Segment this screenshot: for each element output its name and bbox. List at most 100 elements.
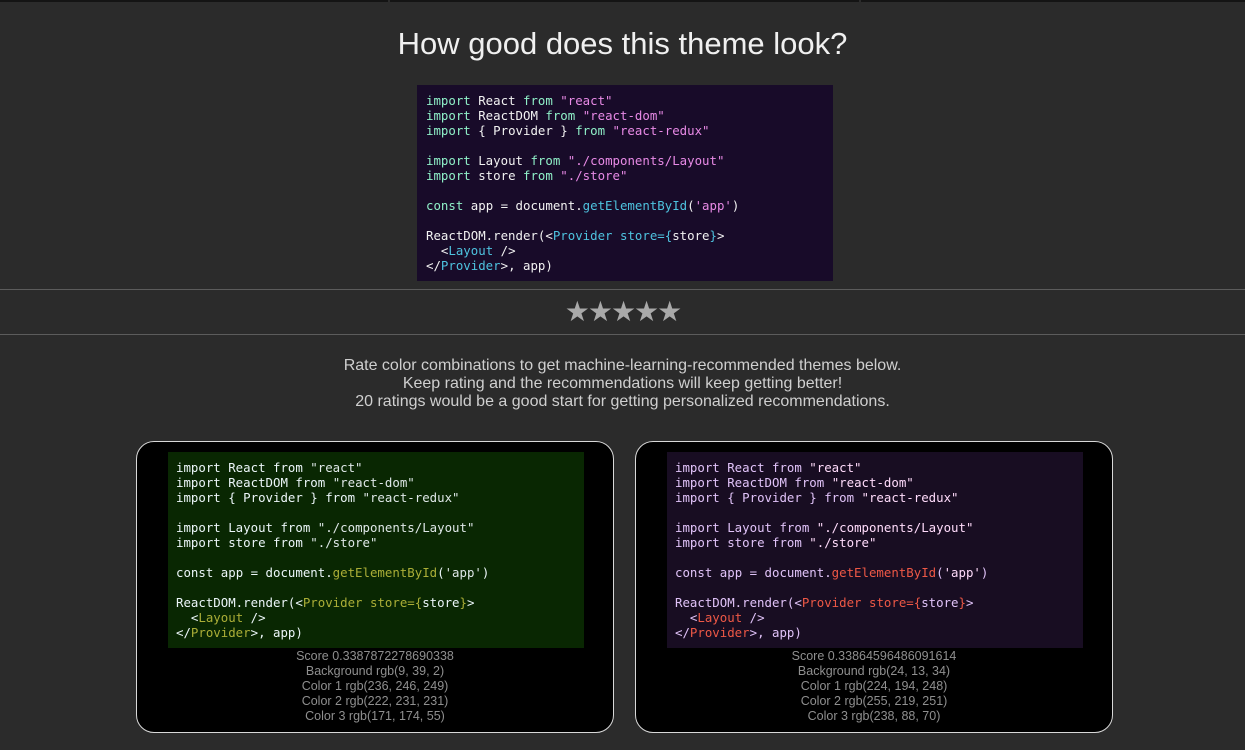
- code-token: store={: [619, 228, 673, 243]
- star-4-icon[interactable]: ★: [634, 296, 659, 327]
- code-token: <: [176, 610, 199, 625]
- code-line: import store from "./store": [176, 535, 576, 550]
- code-token: "react": [560, 93, 613, 108]
- code-token: ReactDOM: [470, 108, 546, 123]
- code-token: </: [426, 258, 441, 273]
- code-token: from: [779, 520, 810, 535]
- code-token: "react-redux": [612, 123, 710, 138]
- code-token: store: [921, 595, 959, 610]
- code-line: </Provider>, app): [426, 258, 824, 273]
- code-token: Layout: [719, 520, 780, 535]
- code-token: "./components/Layout": [567, 153, 725, 168]
- code-token: Provider: [440, 258, 501, 273]
- code-token: ReactDOM.render(<: [176, 595, 303, 610]
- code-token: store: [422, 595, 460, 610]
- top-divider: [0, 0, 1245, 3]
- code-token: import: [426, 153, 471, 168]
- code-line: import { Provider } from "react-redux": [176, 490, 576, 505]
- code-token: const: [176, 565, 214, 580]
- code-line: import Layout from "./components/Layout": [426, 153, 824, 168]
- code-line: import ReactDOM from "react-dom": [426, 108, 824, 123]
- code-token: <: [426, 243, 449, 258]
- code-token: from: [280, 520, 311, 535]
- code-token: store: [719, 535, 772, 550]
- code-token: import: [426, 93, 471, 108]
- code-token: React: [719, 460, 772, 475]
- star-2-icon[interactable]: ★: [588, 296, 613, 327]
- code-token: "react": [809, 460, 862, 475]
- code-token: "./components/Layout": [317, 520, 475, 535]
- code-token: from: [771, 460, 802, 475]
- code-line: </Provider>, app): [675, 625, 1075, 640]
- code-token: (: [687, 198, 695, 213]
- code-token: "./components/Layout": [816, 520, 974, 535]
- background-text: Background rgb(9, 39, 2): [305, 664, 445, 678]
- code-token: from: [794, 475, 825, 490]
- instructions-line-1: Rate color combinations to get machine-l…: [343, 357, 902, 374]
- score-text: Score 0.3387872278690338: [296, 649, 454, 663]
- code-token: Provider: [190, 625, 251, 640]
- code-line: import { Provider } from "react-redux": [675, 490, 1075, 505]
- page-title: How good does this theme look?: [397, 26, 848, 61]
- code-token: Provider: [689, 625, 750, 640]
- star-rating[interactable]: ★★★★★: [0, 296, 1245, 328]
- star-3-icon[interactable]: ★: [611, 296, 636, 327]
- code-line: import Layout from "./components/Layout": [675, 520, 1075, 535]
- recommendation-card-1[interactable]: import React from "react" import ReactDOM…: [136, 441, 614, 733]
- code-token: />: [493, 243, 516, 258]
- code-token: "react-dom": [332, 475, 415, 490]
- code-token: const: [426, 198, 464, 213]
- code-token: import: [426, 123, 471, 138]
- code-token: { Provider }: [220, 490, 326, 505]
- code-token: from: [272, 460, 303, 475]
- background-text: Background rgb(24, 13, 34): [797, 664, 951, 678]
- code-line: <Layout />: [426, 243, 824, 258]
- code-token: { Provider }: [470, 123, 576, 138]
- instructions-line-3: 20 ratings would be a good start for get…: [355, 393, 890, 410]
- star-5-icon[interactable]: ★: [657, 296, 682, 327]
- code-token: { Provider }: [719, 490, 825, 505]
- code-token: from: [575, 123, 606, 138]
- code-token: import: [426, 108, 471, 123]
- color3-text: Color 3 rgb(171, 174, 55): [305, 709, 445, 723]
- code-token: import: [675, 490, 720, 505]
- top-divider-right: [861, 0, 1245, 2]
- code-token: import: [176, 520, 221, 535]
- star-1-icon[interactable]: ★: [565, 296, 590, 327]
- code-line: import store from "./store": [426, 168, 824, 183]
- code-token: </: [675, 625, 690, 640]
- code-token: import: [176, 460, 221, 475]
- code-token: </: [176, 625, 191, 640]
- code-token: (: [437, 565, 445, 580]
- code-line: import store from "./store": [675, 535, 1075, 550]
- code-token: import: [675, 460, 720, 475]
- recommendation-card-2[interactable]: import React from "react" import ReactDOM…: [635, 441, 1113, 733]
- code-token: store: [470, 168, 523, 183]
- recommendation-code-preview: import React from "react" import ReactDOM…: [168, 452, 584, 648]
- code-token: Layout: [470, 153, 531, 168]
- code-token: ): [481, 565, 490, 580]
- code-token: "./store": [310, 535, 378, 550]
- code-token: const: [675, 565, 713, 580]
- code-token: >: [716, 228, 725, 243]
- color3-text: Color 3 rgb(238, 88, 70): [807, 709, 941, 723]
- recommendation-details: Score 0.3387872278690338 Background rgb(…: [137, 649, 613, 724]
- code-token: Provider: [302, 595, 363, 610]
- code-token: app = document.: [712, 565, 832, 580]
- code-line: import ReactDOM from "react-dom": [176, 475, 576, 490]
- code-line: import Layout from "./components/Layout": [176, 520, 576, 535]
- code-token: }: [459, 595, 467, 610]
- code-token: import: [426, 168, 471, 183]
- code-token: >: [965, 595, 974, 610]
- code-token: >, app): [250, 625, 303, 640]
- code-line: import { Provider } from "react-redux": [426, 123, 824, 138]
